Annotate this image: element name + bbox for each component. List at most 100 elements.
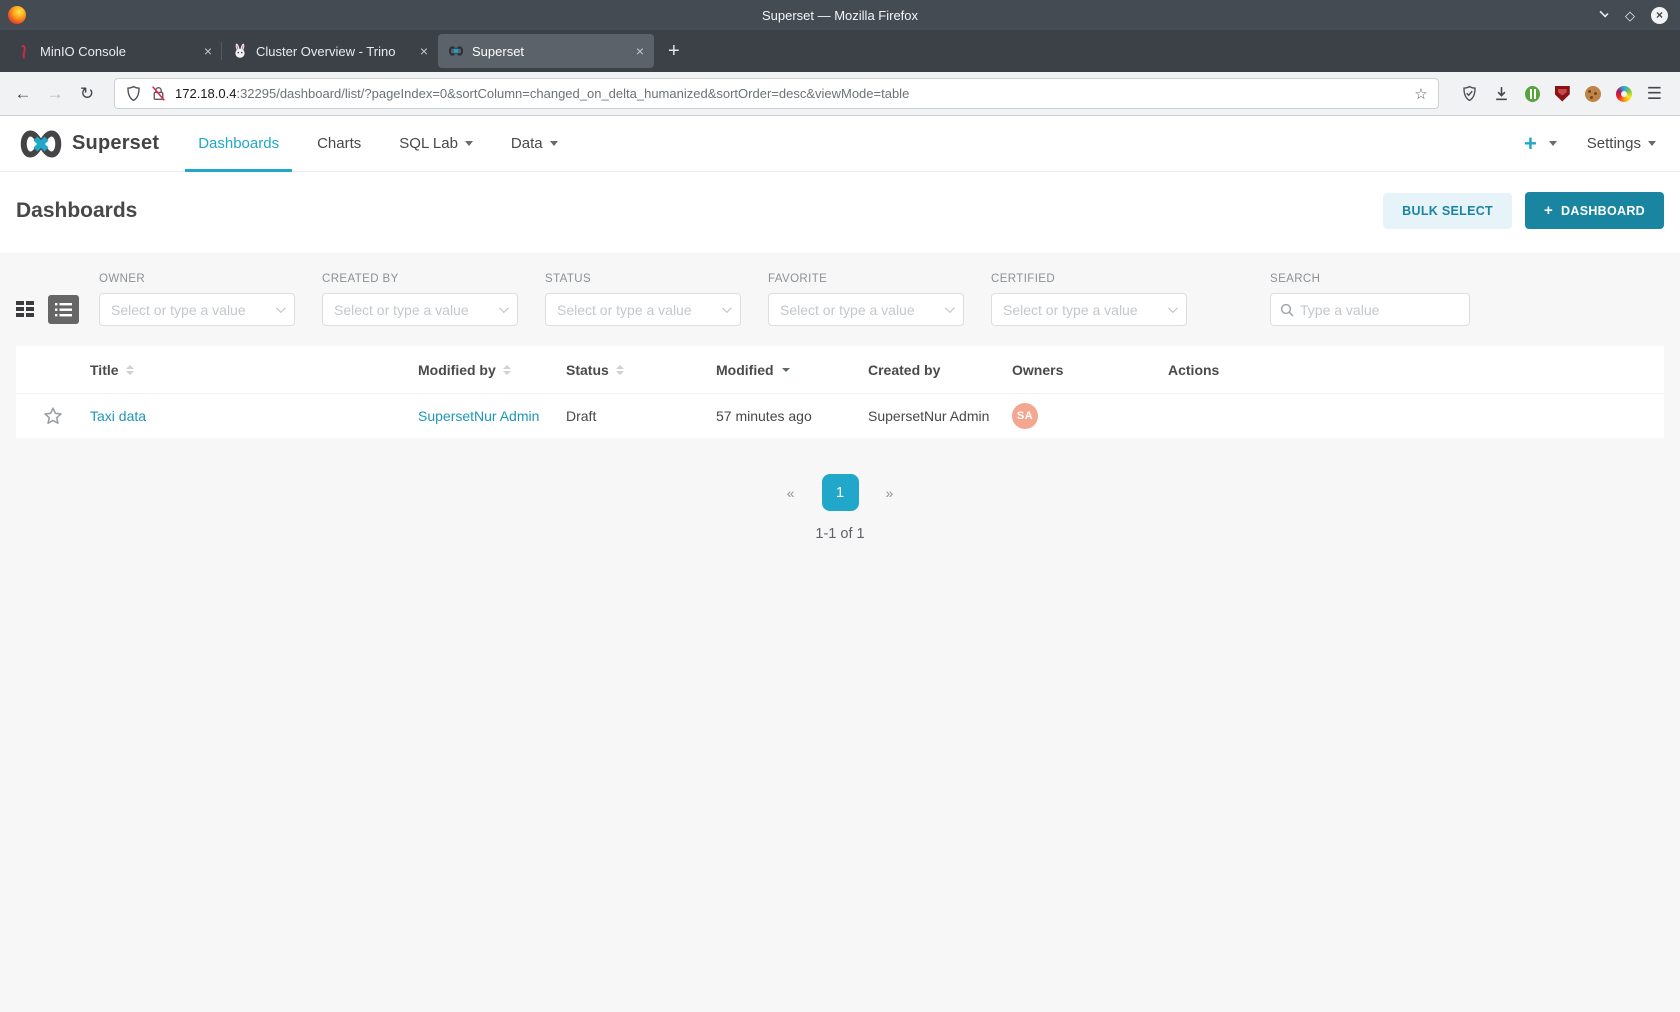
trino-favicon-icon xyxy=(232,43,248,59)
modified-by-link[interactable]: SupersetNur Admin xyxy=(418,408,539,424)
filter-label: CREATED BY xyxy=(322,273,518,285)
pagination-prev-icon[interactable]: « xyxy=(787,485,795,501)
privacy-badger-icon[interactable] xyxy=(1525,86,1540,102)
row-created-by: SupersetNur Admin xyxy=(868,408,1012,424)
minimize-icon[interactable] xyxy=(1599,8,1608,17)
new-dashboard-label: DASHBOARD xyxy=(1561,204,1645,218)
favorite-star-icon[interactable] xyxy=(43,406,63,426)
row-modified: 57 minutes ago xyxy=(716,408,868,424)
table-header-row: Title Modified by Status Modified Create… xyxy=(16,346,1664,394)
column-label: Owners xyxy=(1012,362,1063,378)
insecure-lock-icon[interactable] xyxy=(150,85,167,102)
tab-superset-active[interactable]: Superset × xyxy=(438,34,654,68)
row-status: Draft xyxy=(566,408,716,424)
new-item-menu-button[interactable]: + xyxy=(1524,133,1557,155)
select-placeholder: Select or type a value xyxy=(557,302,692,318)
filter-owner: OWNER Select or type a value xyxy=(99,273,295,326)
column-header-title[interactable]: Title xyxy=(90,362,418,378)
new-tab-button[interactable]: + xyxy=(668,40,680,63)
owner-avatar[interactable]: SA xyxy=(1012,403,1038,429)
row-modified-by: SupersetNur Admin xyxy=(418,408,566,424)
card-view-icon[interactable] xyxy=(16,301,35,318)
tab-close-icon[interactable]: × xyxy=(420,43,428,59)
filter-label: CERTIFIED xyxy=(991,273,1187,285)
tab-close-icon[interactable]: × xyxy=(204,43,212,59)
chevron-down-icon xyxy=(1168,303,1178,313)
tracking-protection-shield-icon[interactable] xyxy=(125,85,142,102)
sort-icons xyxy=(616,365,624,375)
filter-status: STATUS Select or type a value xyxy=(545,273,741,326)
chevron-down-icon xyxy=(1549,141,1557,146)
nav-item-sql-lab[interactable]: SQL Lab xyxy=(386,116,486,171)
column-header-actions: Actions xyxy=(1168,362,1664,378)
tab-trino-cluster-overview[interactable]: Cluster Overview - Trino × xyxy=(222,34,438,68)
plus-icon: + xyxy=(1524,133,1537,155)
column-header-modified-by[interactable]: Modified by xyxy=(418,362,566,378)
status-select[interactable]: Select or type a value xyxy=(545,293,741,326)
column-label: Modified by xyxy=(418,362,496,378)
column-label: Status xyxy=(566,362,609,378)
filter-label: OWNER xyxy=(99,273,295,285)
superset-brand[interactable]: Superset xyxy=(18,129,159,159)
settings-label: Settings xyxy=(1587,135,1641,152)
downloads-icon[interactable] xyxy=(1493,85,1510,102)
settings-menu-button[interactable]: Settings xyxy=(1587,135,1656,152)
bulk-select-button[interactable]: BULK SELECT xyxy=(1383,193,1512,229)
column-header-modified-sorted-desc[interactable]: Modified xyxy=(716,362,868,378)
menu-hamburger-icon[interactable]: ☰ xyxy=(1647,84,1662,104)
chevron-down-icon xyxy=(465,141,473,146)
created-by-select[interactable]: Select or type a value xyxy=(322,293,518,326)
view-toggles xyxy=(16,293,79,326)
dashboard-link[interactable]: Taxi data xyxy=(90,408,146,424)
select-placeholder: Select or type a value xyxy=(780,302,915,318)
pagination-page-1[interactable]: 1 xyxy=(822,474,859,511)
pagination-next-icon[interactable]: » xyxy=(886,485,894,501)
chevron-down-icon xyxy=(1648,141,1656,146)
window-title: Superset — Mozilla Firefox xyxy=(0,8,1680,23)
protections-shield-check-icon[interactable] xyxy=(1461,85,1478,102)
chevron-down-icon xyxy=(945,303,955,313)
column-label: Title xyxy=(90,362,119,378)
nav-label: Dashboards xyxy=(198,135,279,152)
chevron-down-icon xyxy=(276,303,286,313)
owner-select[interactable]: Select or type a value xyxy=(99,293,295,326)
reload-icon[interactable]: ↻ xyxy=(76,84,98,104)
bookmark-star-icon[interactable]: ☆ xyxy=(1414,85,1427,103)
url-path: :32295/dashboard/list/?pageIndex=0&sortC… xyxy=(236,86,909,101)
minio-favicon-icon xyxy=(16,43,32,59)
sort-desc-icon xyxy=(782,368,790,372)
maximize-icon[interactable]: ◇ xyxy=(1625,9,1635,22)
content-area: OWNER Select or type a value CREATED BY … xyxy=(0,253,1680,1012)
filter-label: SEARCH xyxy=(1270,273,1470,285)
back-icon[interactable]: ← xyxy=(12,84,34,104)
certified-select[interactable]: Select or type a value xyxy=(991,293,1187,326)
color-wheel-extension-icon[interactable] xyxy=(1616,86,1632,102)
toolbar-extensions: ☰ xyxy=(1455,84,1668,104)
tab-close-icon[interactable]: × xyxy=(636,43,644,59)
cookie-extension-icon[interactable] xyxy=(1585,86,1601,102)
tab-label: Superset xyxy=(472,44,628,59)
filter-label: STATUS xyxy=(545,273,741,285)
select-placeholder: Select or type a value xyxy=(334,302,469,318)
forward-icon[interactable]: → xyxy=(44,84,66,104)
close-window-icon[interactable]: × xyxy=(1651,7,1668,24)
select-placeholder: Select or type a value xyxy=(1003,302,1138,318)
row-title: Taxi data xyxy=(90,408,418,424)
favorite-select[interactable]: Select or type a value xyxy=(768,293,964,326)
url-bar[interactable]: 172.18.0.4:32295/dashboard/list/?pageInd… xyxy=(114,78,1439,109)
column-header-status[interactable]: Status xyxy=(566,362,716,378)
ublock-origin-icon[interactable] xyxy=(1555,86,1570,102)
list-view-toggle-active[interactable] xyxy=(48,295,79,324)
search-input[interactable] xyxy=(1300,302,1460,318)
nav-item-charts[interactable]: Charts xyxy=(304,116,374,171)
sort-icons xyxy=(503,365,511,375)
nav-item-data[interactable]: Data xyxy=(498,116,571,171)
browser-toolbar: ← → ↻ 172.18.0.4:32295/dashboard/list/?p… xyxy=(0,72,1680,116)
column-label: Modified xyxy=(716,362,774,378)
search-icon xyxy=(1280,303,1294,317)
tab-minio-console[interactable]: MinIO Console × xyxy=(6,34,222,68)
new-dashboard-button[interactable]: + DASHBOARD xyxy=(1525,192,1664,229)
table-row: Taxi data SupersetNur Admin Draft 57 min… xyxy=(16,394,1664,438)
nav-item-dashboards[interactable]: Dashboards xyxy=(185,116,292,171)
column-header-created-by: Created by xyxy=(868,362,1012,378)
